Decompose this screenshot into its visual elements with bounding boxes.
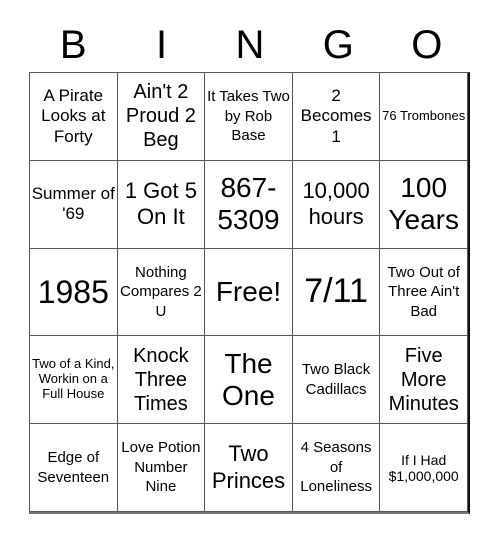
bingo-cell[interactable]: Five More Minutes (380, 336, 468, 425)
cell-text: It Takes Two by Rob Base (207, 88, 290, 145)
cell-text: 4 Seasons of Loneliness (300, 439, 372, 496)
bingo-cell[interactable]: 1 Got 5 On It (117, 160, 206, 249)
cell-text: Edge of Seventeen (37, 449, 110, 486)
bingo-cell[interactable]: 10,000 hours (292, 160, 381, 249)
bingo-cell[interactable]: Summer of '69 (30, 160, 118, 249)
header-letter-b: B (59, 23, 87, 67)
bingo-cell[interactable]: 4 Seasons of Loneliness (292, 424, 381, 512)
cell-text: Knock Three Times (133, 344, 189, 415)
bingo-card-grid: A Pirate Looks at Forty Ain't 2 Proud 2 … (29, 72, 470, 514)
cell-text: Two of a Kind, Workin on a Full House (32, 356, 115, 402)
cell-text: 76 Trombones (382, 107, 466, 123)
bingo-cell[interactable]: 1985 (30, 248, 118, 337)
bingo-cell[interactable]: Edge of Seventeen (30, 424, 118, 512)
free-space-text: Free! (215, 275, 282, 307)
header-letter-n: N (235, 23, 265, 67)
cell-text: 2 Becomes 1 (300, 85, 372, 146)
cell-text: 1 Got 5 On It (124, 177, 197, 230)
header-letter-o: O (411, 23, 443, 67)
cell-text: Summer of '69 (31, 183, 115, 224)
bingo-cell[interactable]: 7/11 (292, 248, 381, 337)
cell-text: Ain't 2 Proud 2 Beg (125, 81, 196, 152)
cell-text: 7/11 (304, 272, 368, 311)
bingo-cell[interactable]: Love Potion Number Nine (117, 424, 206, 512)
cell-text: 1985 (37, 273, 109, 310)
bingo-cell[interactable]: Ain't 2 Proud 2 Beg (117, 73, 206, 161)
bingo-cell[interactable]: Two Out of Three Ain't Bad (380, 248, 468, 337)
bingo-cell[interactable]: 867-5309 (205, 160, 293, 249)
header-letter-i: I (156, 23, 168, 67)
cell-text: If I Had $1,000,000 (388, 451, 459, 484)
free-space-cell[interactable]: Free! (205, 248, 293, 337)
bingo-cell[interactable]: Two of a Kind, Workin on a Full House (30, 336, 118, 425)
bingo-cell[interactable]: It Takes Two by Rob Base (205, 73, 293, 161)
cell-text: Love Potion Number Nine (121, 439, 201, 496)
cell-text: Five More Minutes (388, 344, 459, 415)
bingo-cell[interactable]: Two Black Cadillacs (292, 336, 381, 425)
bingo-cell[interactable]: Knock Three Times (117, 336, 206, 425)
cell-text: 867-5309 (217, 172, 280, 236)
bingo-cell[interactable]: Two Princes (205, 424, 293, 512)
cell-text: Two Black Cadillacs (301, 361, 371, 398)
cell-text: Nothing Compares 2 U (120, 263, 202, 320)
bingo-cell[interactable]: If I Had $1,000,000 (380, 424, 468, 512)
bingo-cell[interactable]: Nothing Compares 2 U (117, 248, 206, 337)
bingo-cell[interactable]: The One (205, 336, 293, 425)
bingo-cell[interactable]: 100 Years (380, 160, 468, 249)
bingo-header: B I N G O (29, 18, 471, 72)
cell-text: A Pirate Looks at Forty (41, 85, 106, 146)
cell-text: The One (222, 347, 275, 411)
bingo-cell[interactable]: A Pirate Looks at Forty (30, 73, 118, 161)
cell-text: Two Out of Three Ain't Bad (387, 263, 460, 320)
cell-text: 100 Years (388, 172, 459, 236)
bingo-cell[interactable]: 2 Becomes 1 (292, 73, 381, 161)
header-letter-g: G (322, 23, 354, 67)
cell-text: 10,000 hours (302, 177, 370, 230)
bingo-cell[interactable]: 76 Trombones (380, 73, 468, 161)
cell-text: Two Princes (211, 441, 286, 493)
